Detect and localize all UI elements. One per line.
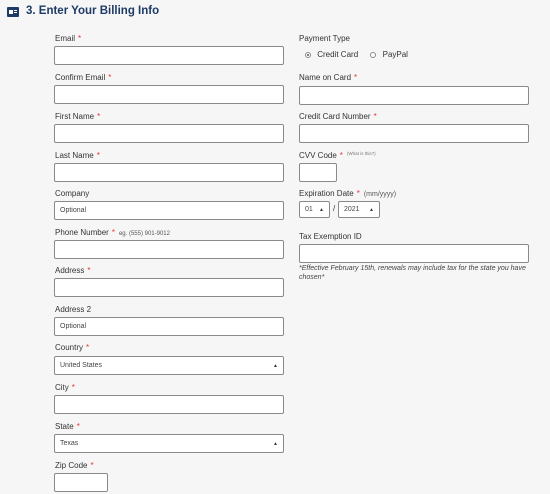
- first-name-label: First Name *: [55, 112, 101, 121]
- credit-card-option-label[interactable]: Credit Card: [317, 50, 358, 59]
- address-label: Address *: [55, 266, 91, 275]
- tax-exemption-label: Tax Exemption ID: [299, 232, 362, 241]
- cvv-label: CVV Code * (What is this?): [299, 151, 376, 160]
- caret-down-icon: ▲: [369, 206, 374, 213]
- state-value: Texas: [60, 440, 79, 447]
- exp-year-value: 2021: [344, 206, 360, 213]
- cvv-field[interactable]: [299, 163, 337, 182]
- state-select[interactable]: Texas ▲: [54, 434, 284, 453]
- section-title: 3. Enter Your Billing Info: [26, 5, 160, 17]
- email-label: Email *: [55, 34, 82, 43]
- exp-separator: /: [333, 204, 336, 213]
- credit-card-radio[interactable]: [305, 51, 311, 58]
- name-on-card-label: Name on Card *: [299, 73, 358, 82]
- address2-label: Address 2: [55, 305, 92, 314]
- address2-field[interactable]: Optional: [54, 317, 284, 336]
- section-header: 3. Enter Your Billing Info: [0, 0, 550, 26]
- caret-down-icon: ▲: [319, 206, 324, 213]
- email-field[interactable]: [54, 46, 284, 65]
- city-label: City *: [55, 383, 75, 392]
- tax-note: *Effective February 15th, renewals may i…: [299, 265, 526, 281]
- name-on-card-field[interactable]: [299, 86, 529, 105]
- state-label: State *: [55, 422, 80, 431]
- phone-hint: eg. (555) 901-9012: [118, 231, 170, 237]
- caret-down-icon: ▲: [273, 440, 278, 447]
- expiration-format-hint: (mm/yyyy): [363, 191, 397, 198]
- country-label: Country *: [55, 343, 90, 352]
- confirm-email-label: Confirm Email *: [55, 73, 112, 82]
- zip-field[interactable]: [54, 473, 108, 492]
- company-label: Company: [55, 189, 90, 198]
- address-field[interactable]: [54, 278, 284, 297]
- country-value: United States: [60, 362, 103, 369]
- payment-options: Credit Card PayPal: [305, 50, 408, 59]
- card-number-field[interactable]: [299, 124, 529, 143]
- last-name-label: Last Name *: [55, 151, 100, 160]
- last-name-field[interactable]: [54, 163, 284, 182]
- company-field[interactable]: Optional: [54, 201, 284, 220]
- credit-card-icon: [7, 7, 19, 17]
- expiration-label: Expiration Date * (mm/yyyy): [299, 189, 397, 198]
- card-number-label: Credit Card Number *: [299, 112, 377, 121]
- zip-label: Zip Code *: [55, 461, 94, 470]
- payment-type-label: Payment Type: [299, 34, 350, 43]
- tax-exemption-field[interactable]: [299, 244, 529, 263]
- caret-down-icon: ▲: [273, 362, 278, 369]
- exp-month-value: 01: [305, 206, 313, 213]
- phone-field[interactable]: [54, 240, 284, 259]
- country-select[interactable]: United States ▲: [54, 356, 284, 375]
- address2-placeholder: Optional: [60, 323, 87, 330]
- first-name-field[interactable]: [54, 124, 284, 143]
- exp-month-select[interactable]: 01 ▲: [299, 201, 330, 218]
- confirm-email-field[interactable]: [54, 85, 284, 104]
- paypal-radio[interactable]: [370, 51, 377, 58]
- company-placeholder: Optional: [60, 207, 87, 214]
- city-field[interactable]: [54, 395, 284, 414]
- cvv-help-link[interactable]: (What is this?): [347, 151, 376, 156]
- phone-label: Phone Number * eg. (555) 901-9012: [55, 228, 170, 237]
- paypal-option-label[interactable]: PayPal: [383, 50, 408, 59]
- exp-year-select[interactable]: 2021 ▲: [338, 201, 380, 218]
